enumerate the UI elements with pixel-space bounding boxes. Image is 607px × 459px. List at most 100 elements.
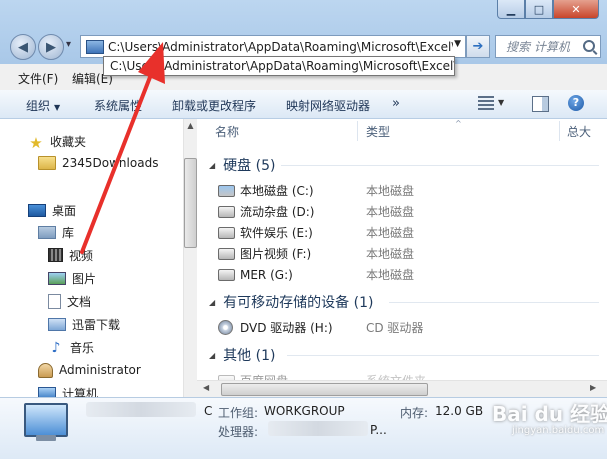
drive-type: 本地磁盘: [366, 184, 415, 198]
column-header-name[interactable]: 名称: [215, 119, 239, 143]
sidebar-item-favorites[interactable]: ★ 收藏夹: [28, 131, 86, 152]
file-list-pane: 名称 类型 总大 ^ ◢ 硬盘 (5) 本地磁盘 (C:) 本地磁盘 流动杂盘 (…: [197, 119, 607, 397]
system-properties-button[interactable]: 系统属性: [94, 97, 142, 114]
view-options-icon[interactable]: [478, 96, 494, 110]
drive-row[interactable]: DVD 驱动器 (H:) CD 驱动器: [197, 317, 607, 338]
desktop-icon: [28, 203, 46, 217]
sidebar-item-computer[interactable]: 计算机: [38, 383, 98, 397]
address-bar[interactable]: C:\Users\Administrator\AppData\Roaming\M…: [80, 35, 466, 58]
collapse-icon[interactable]: ◢: [209, 161, 215, 170]
sidebar-item-label: 桌面: [52, 203, 77, 218]
collapse-icon[interactable]: ◢: [209, 298, 215, 307]
scroll-right-icon[interactable]: ▶: [590, 383, 596, 392]
hard-drive-icon: [218, 226, 235, 239]
computer-name-redacted: [86, 402, 196, 417]
forward-button[interactable]: ▶: [38, 34, 64, 60]
sidebar-item-label: Administrator: [59, 363, 141, 377]
uninstall-program-button[interactable]: 卸载或更改程序: [172, 97, 256, 114]
video-icon: [48, 248, 63, 262]
processor-value-tail: P...: [370, 423, 387, 437]
download-icon: [48, 317, 66, 331]
sidebar-item-label: 视频: [69, 248, 94, 263]
computer-stand-icon: [36, 435, 56, 441]
minimize-button[interactable]: ▁: [497, 0, 525, 19]
star-icon: ★: [29, 134, 43, 152]
maximize-icon: □: [533, 2, 545, 16]
map-network-drive-button[interactable]: 映射网络驱动器: [286, 97, 370, 114]
minimize-icon: ▁: [506, 2, 516, 16]
sidebar-item-pictures[interactable]: 图片: [48, 268, 96, 288]
group-divider: [287, 355, 599, 356]
close-icon: ✕: [571, 2, 581, 16]
sidebar-item-videos[interactable]: 视频: [48, 245, 93, 265]
hard-drive-icon: [218, 268, 235, 281]
column-divider[interactable]: [357, 121, 358, 141]
drive-name: DVD 驱动器 (H:): [240, 321, 333, 335]
group-header-removable-storage[interactable]: ◢ 有可移动存储的设备 (1): [197, 291, 607, 313]
group-header-other[interactable]: ◢ 其他 (1): [197, 344, 607, 366]
maximize-button[interactable]: □: [525, 0, 553, 19]
memory-label: 内存:: [400, 406, 429, 420]
sidebar-item-label: 文档: [67, 294, 92, 309]
address-dropdown-icon[interactable]: ▼: [454, 39, 461, 49]
sidebar-item-label: 迅雷下载: [72, 317, 121, 332]
workgroup-value: WORKGROUP: [264, 404, 345, 418]
search-input[interactable]: 搜索 计算机: [495, 35, 601, 58]
workgroup-label: 工作组:: [218, 406, 259, 420]
view-dropdown-icon[interactable]: ▼: [498, 98, 504, 107]
drive-name: MER (G:): [240, 267, 293, 282]
hard-drive-icon: [218, 247, 235, 260]
sidebar-item-label: 音乐: [70, 340, 95, 355]
close-button[interactable]: ✕: [553, 0, 599, 19]
group-divider: [281, 165, 599, 166]
sidebar-item-administrator[interactable]: Administrator: [38, 360, 141, 380]
sidebar-item-music[interactable]: ♪ 音乐: [48, 337, 94, 357]
music-icon: ♪: [51, 340, 61, 356]
folder-icon: [38, 156, 56, 170]
sidebar-item-thunder-downloads[interactable]: 迅雷下载: [48, 314, 120, 334]
sidebar-item-2345downloads[interactable]: 2345Downloads: [38, 153, 158, 173]
drive-type: 本地磁盘: [366, 247, 415, 261]
horizontal-scroll-thumb[interactable]: [221, 383, 428, 396]
organize-button[interactable]: 组织 ▼: [26, 97, 60, 114]
go-button[interactable]: ➔: [466, 35, 490, 58]
watermark-text: Bai du 经验: [492, 402, 607, 426]
back-button[interactable]: ◀: [10, 34, 36, 60]
collapse-icon[interactable]: ◢: [209, 351, 215, 360]
scroll-up-icon[interactable]: ▲: [184, 121, 197, 130]
drive-name: 软件娱乐 (E:): [240, 226, 313, 240]
column-divider[interactable]: [559, 121, 560, 141]
dvd-drive-icon: [218, 320, 233, 335]
sidebar-item-documents[interactable]: 文档: [48, 291, 91, 311]
sidebar-item-desktop[interactable]: 桌面: [28, 200, 76, 220]
drive-row[interactable]: 流动杂盘 (D:) 本地磁盘: [197, 201, 607, 222]
computer-icon: [24, 403, 68, 437]
group-header-hard-drives[interactable]: ◢ 硬盘 (5): [197, 154, 607, 176]
processor-label: 处理器:: [218, 425, 259, 439]
drive-row[interactable]: 软件娱乐 (E:) 本地磁盘: [197, 222, 607, 243]
scroll-left-icon[interactable]: ◀: [203, 383, 209, 392]
search-icon[interactable]: [583, 40, 595, 52]
toolbar-overflow-button[interactable]: »: [392, 96, 400, 111]
column-header-total-size[interactable]: 总大: [567, 119, 591, 143]
sidebar-scroll-thumb[interactable]: [184, 158, 197, 248]
drive-type: 本地磁盘: [366, 205, 415, 219]
sidebar-item-label: 库: [62, 225, 75, 240]
help-icon[interactable]: ?: [568, 95, 584, 111]
document-icon: [48, 293, 61, 309]
recent-pages-button[interactable]: ▾: [66, 39, 71, 50]
menu-file[interactable]: 文件(F): [18, 70, 58, 87]
drive-row[interactable]: 图片视频 (F:) 本地磁盘: [197, 243, 607, 264]
sidebar-item-libraries[interactable]: 库: [38, 222, 74, 242]
drive-row[interactable]: MER (G:) 本地磁盘: [197, 264, 607, 285]
column-header-type[interactable]: 类型: [366, 119, 390, 143]
user-icon: [38, 362, 53, 378]
preview-pane-icon[interactable]: [532, 96, 549, 112]
drive-type: 本地磁盘: [366, 226, 415, 240]
drive-row[interactable]: 本地磁盘 (C:) 本地磁盘: [197, 180, 607, 201]
drive-name: 本地磁盘 (C:): [240, 184, 314, 198]
address-path[interactable]: C:\Users\Administrator\AppData\Roaming\M…: [108, 40, 453, 54]
drive-name: 图片视频 (F:): [240, 247, 312, 261]
sidebar-item-label: 2345Downloads: [62, 156, 159, 170]
sort-indicator-icon: ^: [455, 119, 462, 128]
